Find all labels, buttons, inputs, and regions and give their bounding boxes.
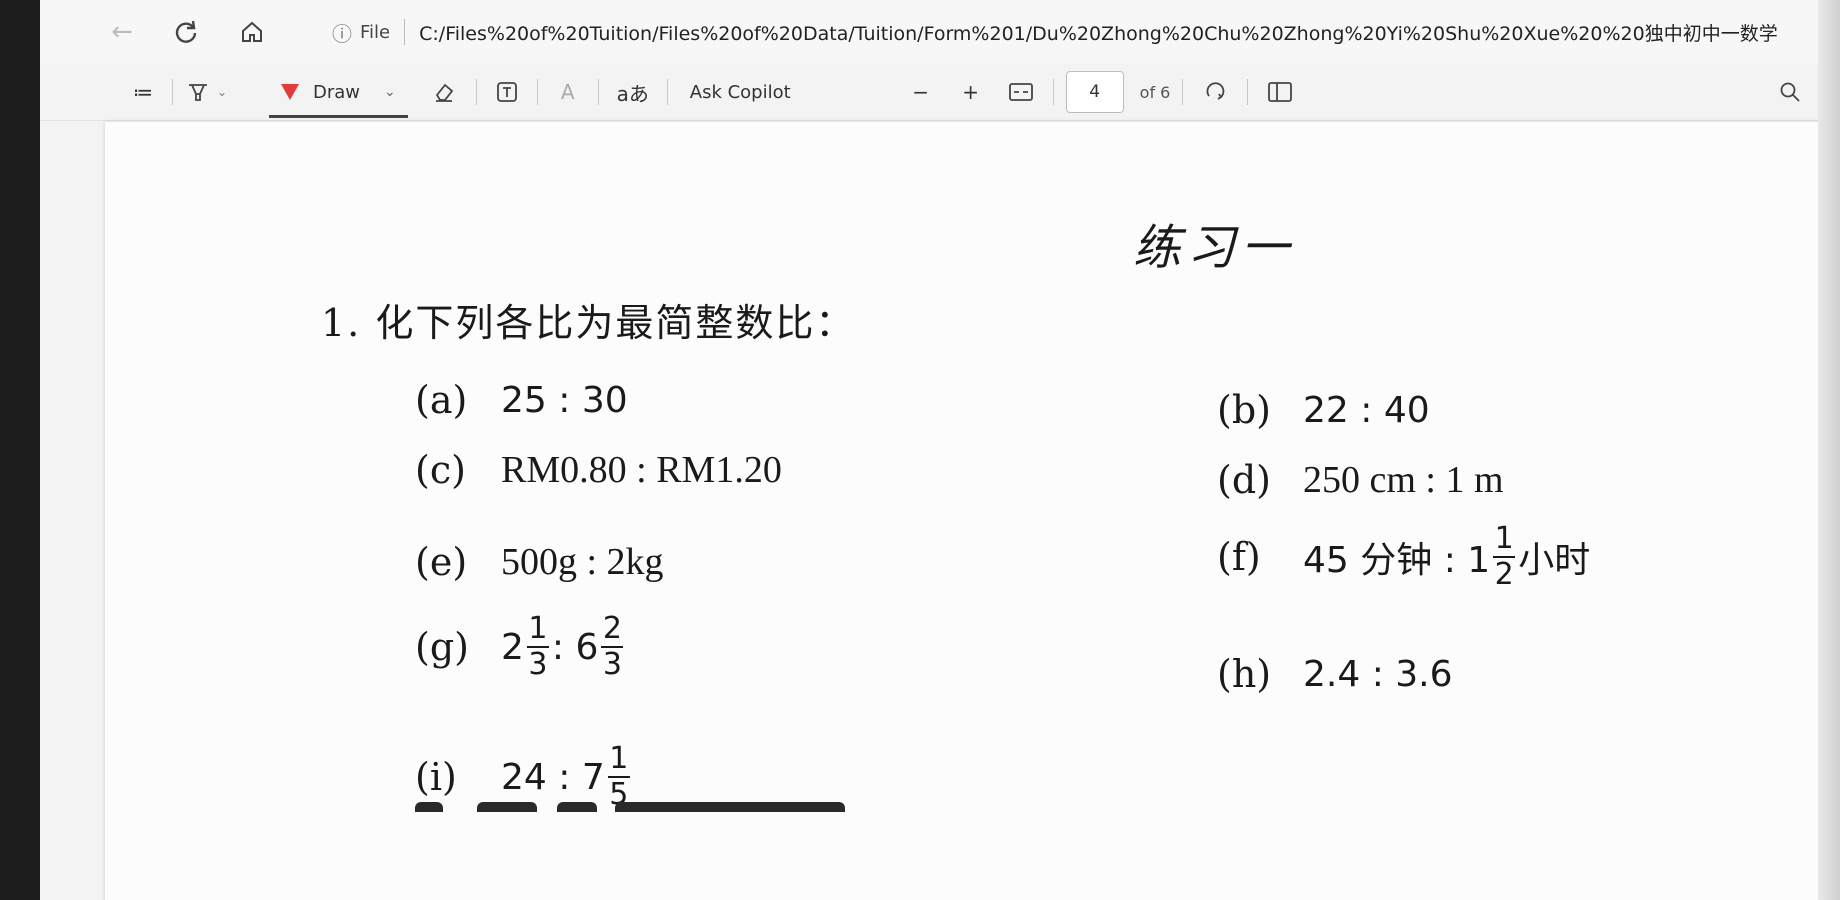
divider	[666, 79, 668, 105]
item-expression: 500g : 2kg	[501, 541, 664, 583]
highlight-icon[interactable]: ⌄	[185, 72, 229, 112]
denominator: 3	[528, 647, 548, 682]
item-f: (f) 45 分钟 : 1 1 2 小时	[1217, 522, 1590, 592]
item-label: (g)	[415, 625, 469, 669]
item-label: (e)	[415, 540, 468, 584]
divider	[1182, 79, 1184, 105]
chevron-down-icon: ⌄	[216, 85, 228, 99]
page-total-label: of 6	[1139, 82, 1171, 102]
info-icon: ⓘ	[332, 21, 352, 46]
item-label: (c)	[415, 448, 466, 492]
contents-icon[interactable]: ≔	[126, 72, 160, 112]
draw-underline	[269, 115, 408, 118]
back-icon[interactable]: ←	[100, 10, 144, 54]
item-expression: 22 : 40	[1303, 389, 1430, 431]
divider	[536, 79, 538, 105]
divider	[172, 79, 173, 105]
draw-label: Draw	[313, 81, 361, 103]
item-label: (a)	[415, 378, 468, 422]
whole-number: 2	[501, 626, 524, 668]
expr-mid: : 6	[551, 626, 599, 668]
item-expression: 2 1 3 : 6 2 3	[501, 612, 626, 682]
item-b: (b) 22 : 40	[1217, 388, 1430, 432]
text-box-icon[interactable]	[489, 72, 525, 112]
expr-pre: 45 分钟 : 1	[1303, 540, 1491, 581]
numerator: 2	[602, 611, 622, 646]
next-question-cutoff	[105, 772, 1840, 812]
chevron-down-icon: ⌄	[384, 84, 396, 100]
cutoff-glyph	[615, 802, 845, 812]
item-expression: 25 : 30	[501, 379, 628, 421]
numerator: 1	[1494, 521, 1514, 556]
pen-icon	[281, 84, 299, 100]
fit-width-icon[interactable]	[1001, 72, 1041, 112]
zoom-in-button[interactable]: +	[951, 72, 991, 112]
item-d: (d) 250 cm : 1 m	[1217, 458, 1504, 502]
item-expression: 2.4 : 3.6	[1303, 653, 1453, 695]
divider	[475, 79, 477, 105]
url-text[interactable]: C:/Files%20of%20Tuition/Files%20of%20Dat…	[419, 19, 1779, 46]
divider	[1247, 79, 1249, 105]
denominator: 3	[602, 647, 622, 682]
file-label: File	[360, 21, 391, 43]
monitor-edge	[1818, 0, 1840, 900]
numerator: 1	[609, 741, 629, 776]
text-size-icon[interactable]: A	[550, 72, 586, 112]
item-expression: 250 cm : 1 m	[1303, 459, 1504, 501]
item-label: (h)	[1217, 652, 1272, 696]
eraser-icon[interactable]	[424, 72, 464, 112]
item-c: (c) RM0.80 : RM1.20	[415, 448, 782, 492]
cutoff-glyph	[477, 802, 537, 812]
pdf-page: 练习一 1. 化下列各比为最简整数比： (a) 25 : 30 (b) 22 :…	[105, 122, 1840, 900]
expr-post: 小时	[1518, 540, 1591, 581]
fraction: 2 3	[601, 611, 624, 682]
item-label: (f)	[1217, 535, 1261, 579]
page-content: 练习一 1. 化下列各比为最简整数比： (a) 25 : 30 (b) 22 :…	[105, 122, 1840, 900]
numerator: 1	[528, 611, 548, 646]
page-view-icon[interactable]	[1260, 72, 1300, 112]
divider	[1052, 79, 1054, 105]
cutoff-glyph	[415, 802, 443, 812]
item-label: (d)	[1217, 458, 1271, 502]
item-h: (h) 2.4 : 3.6	[1217, 652, 1453, 696]
rotate-icon[interactable]	[1195, 72, 1235, 112]
ask-copilot-button[interactable]: Ask Copilot	[680, 72, 801, 112]
exercise-title: 练习一	[1133, 220, 1296, 276]
fraction: 1 3	[526, 611, 549, 682]
fraction: 1 2	[1493, 521, 1516, 592]
cutoff-glyph	[557, 802, 597, 812]
zoom-out-button[interactable]: −	[901, 72, 941, 112]
pdf-toolbar: ≔ ⌄ Draw ⌄ A aあ Ask Copilot − + 4 of 6	[40, 64, 1840, 121]
site-info[interactable]: ⓘ File	[332, 18, 390, 47]
item-expression: RM0.80 : RM1.20	[501, 449, 782, 491]
refresh-icon[interactable]	[164, 10, 208, 54]
address-bar: ← ⓘ File C:/Files%20of%20Tuition/Files%2…	[40, 0, 1840, 64]
page-number-input[interactable]: 4	[1065, 71, 1124, 113]
home-icon[interactable]	[230, 10, 274, 54]
divider	[404, 19, 406, 45]
draw-button[interactable]: Draw ⌄	[269, 72, 408, 118]
item-e: (e) 500g : 2kg	[415, 540, 664, 584]
read-aloud-button[interactable]: aあ	[611, 72, 655, 112]
item-expression: 45 分钟 : 1 1 2 小时	[1303, 522, 1590, 592]
search-icon[interactable]	[1770, 72, 1810, 112]
question-text: 1. 化下列各比为最简整数比：	[321, 301, 856, 345]
item-g: (g) 2 1 3 : 6 2 3	[415, 612, 626, 682]
item-a: (a) 25 : 30	[415, 378, 628, 422]
denominator: 2	[1494, 557, 1514, 592]
item-label: (b)	[1217, 388, 1271, 432]
screen: ← ⓘ File C:/Files%20of%20Tuition/Files%2…	[40, 0, 1840, 900]
divider	[597, 79, 599, 105]
